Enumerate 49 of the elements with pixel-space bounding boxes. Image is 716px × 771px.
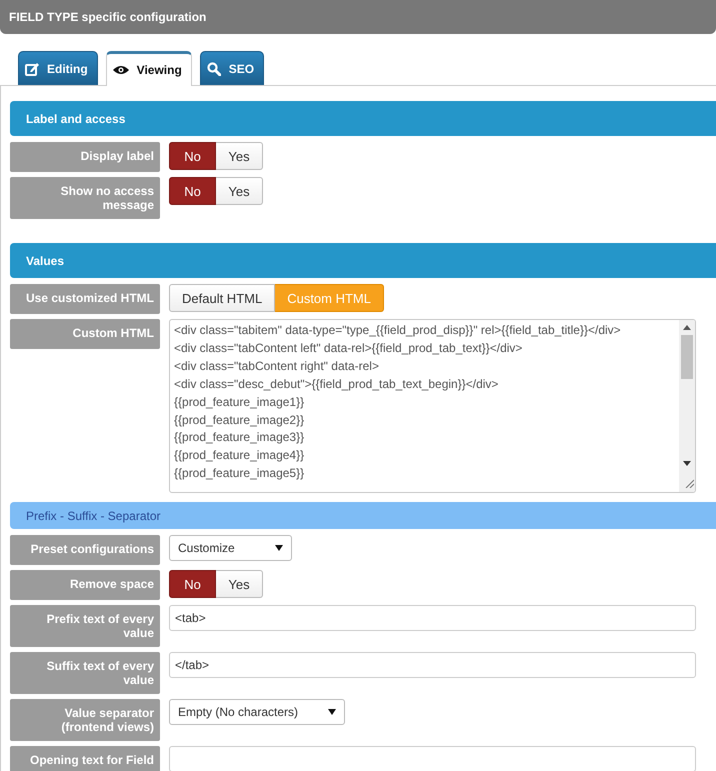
code-line: {{prod_feature_image3}} [174,429,306,446]
code-line: <div class="tabitem" data-type="type_{{field_prod_disp}}" rel>{{field_tab_title}}</div> [174,322,622,339]
code-line: {{prod_feature_image4}} [174,447,306,464]
toggle-option[interactable]: No [169,142,216,170]
code-line: {{prod_feature_image2}} [174,412,306,429]
input-field[interactable] [169,746,696,771]
field-label: Remove space [10,570,160,600]
input-field[interactable]: </tab> [169,652,696,678]
code-line: <div class="tabContent left" data-rel>{{field_prod_tab_text}}</div> [174,340,524,357]
toggle-option[interactable]: Yes [216,177,263,205]
scroll-down-icon [683,461,691,466]
toggle-option[interactable]: No [169,177,216,205]
field-label: Prefix text of every value [10,605,160,647]
field-label: Use customized HTML [10,284,160,314]
dropdown[interactable]: Customize [169,535,292,561]
search-icon [206,62,221,76]
code-line: <div class="desc_debut">{{field_prod_tab_text_begin}}</div> [174,376,500,393]
page-title: FIELD TYPE specific configuration [9,10,206,24]
field-label: Opening text for Field [10,746,160,771]
input-field[interactable]: <tab> [169,605,696,631]
toggle-option[interactable]: Yes [216,142,263,170]
scroll-up-icon [683,325,691,330]
field-label: Preset configurations [10,535,160,565]
code-line: {{prod_feature_image5}} [174,465,306,482]
caret-icon [328,709,336,715]
edit-icon [25,62,39,76]
field-label: Custom HTML [10,319,160,349]
code-editor[interactable] [169,319,696,493]
tab[interactable]: Editing [18,51,98,85]
field-label: Value separator (frontend views) [10,699,160,741]
section-header: Label and access [10,101,716,136]
eye-icon [112,65,129,75]
tab[interactable]: Viewing [106,51,192,86]
toggle-option[interactable]: Yes [216,570,263,598]
section-header: Prefix - Suffix - Separator [10,502,716,529]
field-label: Display label [10,142,160,172]
caret-icon [275,545,283,551]
resize-grip-icon[interactable] [684,479,694,488]
tab[interactable]: SEO [200,51,264,85]
code-line: {{prod_feature_image1}} [174,394,306,411]
dropdown[interactable]: Empty (No characters) [169,699,346,725]
choice-option[interactable]: Default HTML [169,284,276,312]
code-line: <div class="tabContent right" data-rel> [174,358,380,375]
section-header: Values [10,243,716,278]
scrollbar[interactable] [679,320,695,492]
scrollbar-thumb[interactable] [681,335,693,379]
field-label: Show no access message [10,177,160,219]
field-label: Suffix text of every value [10,652,160,694]
toggle-option[interactable]: No [169,570,216,598]
